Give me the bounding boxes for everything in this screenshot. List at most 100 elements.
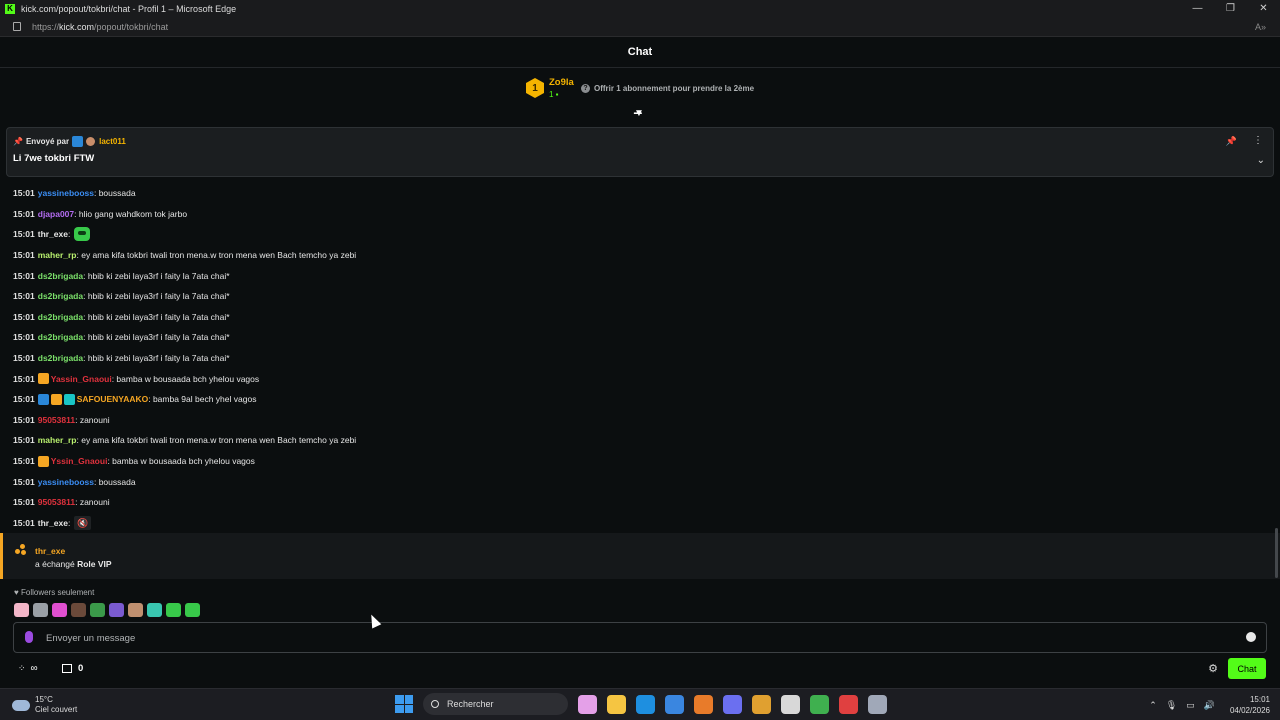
message-text: : hbib ki zebi laya3rf i faity la 7ata c…	[83, 270, 230, 281]
badge-icon	[37, 393, 49, 405]
chat-message: 15:01 Yassin_Gnaoui: bamba w bousaada bch…	[13, 368, 1263, 389]
message-username[interactable]: maher_rp	[38, 435, 77, 445]
channel-points[interactable]: ⁘ ∞	[18, 663, 38, 674]
weather-widget[interactable]: 15°C Ciel couvert	[12, 695, 77, 715]
emote-icon[interactable]	[71, 603, 86, 617]
emote-icon[interactable]	[109, 603, 124, 617]
chevron-up-icon[interactable]: ⌃	[1149, 700, 1157, 711]
message-username[interactable]: SAFOUENYAAKO	[77, 394, 148, 404]
message-username[interactable]: ds2brigada	[38, 291, 83, 301]
taskbar-app-icon[interactable]	[839, 694, 858, 714]
taskbar-search[interactable]: Rechercher	[423, 693, 568, 715]
url-text[interactable]: https://kick.com/popout/tokbri/chat	[32, 22, 168, 32]
chat-message: 15:01 djapa007: hlio gang wahdkom tok jar…	[13, 204, 1263, 225]
volume-icon[interactable]: 🔊	[1204, 700, 1215, 711]
gift-leaderboard: 1 Zo9la 1 ▪ ? Offrir 1 abonnement pour p…	[0, 68, 1280, 125]
mute-emote-icon[interactable]: 🔇	[74, 515, 92, 530]
message-timestamp: 15:01	[13, 208, 35, 219]
emote-icon[interactable]	[14, 603, 29, 617]
minimize-icon[interactable]: —	[1181, 0, 1214, 17]
message-timestamp: 15:01	[13, 435, 35, 446]
emote-icon[interactable]	[128, 603, 143, 617]
chevron-down-icon[interactable]: ⌄	[1257, 155, 1265, 166]
restore-icon[interactable]: ❐	[1214, 0, 1247, 17]
emote-icon[interactable]	[166, 603, 181, 617]
more-options-icon[interactable]: ⋮	[1253, 135, 1263, 146]
message-username[interactable]: thr_exe	[38, 518, 68, 528]
emote-icon[interactable]	[147, 603, 162, 617]
badge-icon	[72, 136, 84, 147]
channel-points-icon	[15, 544, 26, 555]
taskbar-app-icon[interactable]	[636, 694, 655, 714]
microphone-icon[interactable]: 🎙	[1166, 700, 1177, 711]
emote-icon[interactable]	[90, 603, 105, 617]
close-icon[interactable]: ✕	[1247, 0, 1280, 17]
gear-icon[interactable]: ⚙	[1208, 662, 1218, 675]
message-text: : zanouni	[75, 497, 110, 508]
message-username[interactable]: ds2brigada	[38, 271, 83, 281]
message-timestamp: 15:01	[13, 291, 35, 302]
message-username[interactable]: yassinebooss	[38, 477, 94, 487]
read-aloud-icon[interactable]: A»	[1255, 22, 1266, 32]
message-username[interactable]: 95053811	[38, 497, 75, 507]
unpin-icon[interactable]: 📌	[1226, 136, 1237, 147]
cloud-icon	[12, 699, 30, 711]
store-button[interactable]: 0	[62, 663, 83, 674]
emote-icon[interactable]	[52, 603, 67, 617]
windows-start-icon[interactable]	[395, 695, 413, 713]
taskbar-clock[interactable]: 15:01 04/02/2026	[1230, 694, 1270, 716]
message-username[interactable]: Yssin_Gnaoui	[51, 456, 108, 466]
chat-message: 15:01 95053811: zanouni	[13, 410, 1263, 431]
taskbar-app-icon[interactable]	[781, 694, 800, 714]
store-icon	[62, 664, 72, 673]
pinned-message-text: Li 7we tokbri FTW	[13, 153, 95, 164]
help-icon: ?	[581, 84, 590, 93]
message-text: : hbib ki zebi laya3rf i faity la 7ata c…	[83, 353, 230, 364]
address-bar[interactable]: https://kick.com/popout/tokbri/chat A»	[0, 17, 1280, 37]
chat-bottom-bar: ⁘ ∞ 0 ⚙ Chat	[0, 656, 1280, 682]
taskbar-app-icon[interactable]	[868, 694, 887, 714]
message-text: : boussada	[93, 476, 136, 487]
green-face-emote-icon[interactable]	[74, 227, 91, 242]
taskbar-app-icon[interactable]	[665, 694, 684, 714]
taskbar-app-icon[interactable]	[752, 694, 771, 714]
taskbar-app-icon[interactable]	[578, 694, 597, 714]
message-text: : boussada	[93, 188, 136, 199]
send-chat-button[interactable]: Chat	[1228, 658, 1266, 679]
message-input[interactable]	[46, 629, 1196, 647]
taskbar-app-icon[interactable]	[810, 694, 829, 714]
badge-icon	[63, 393, 75, 405]
message-username[interactable]: yassinebooss	[38, 188, 94, 198]
message-username[interactable]: 95053811	[38, 415, 75, 425]
message-text: : ey ama kifa tokbri twali tron mena.w t…	[76, 250, 357, 261]
reward-redemption: thr_exe a échangé Role VIP	[0, 533, 1280, 579]
network-icon[interactable]: ▭	[1186, 700, 1195, 711]
message-username[interactable]: thr_exe	[38, 229, 68, 239]
taskbar-app-icon[interactable]	[723, 694, 742, 714]
taskbar-app-icon[interactable]	[607, 694, 626, 714]
gifter-count: 1 ▪	[549, 90, 559, 99]
gift-offer[interactable]: ? Offrir 1 abonnement pour prendre la 2è…	[581, 84, 754, 93]
message-timestamp: 15:01	[13, 373, 35, 384]
lock-icon[interactable]	[13, 22, 21, 31]
message-username[interactable]: ds2brigada	[38, 332, 83, 342]
message-username[interactable]: ds2brigada	[38, 353, 83, 363]
emote-icon[interactable]	[185, 603, 200, 617]
reward-username[interactable]: thr_exe	[35, 546, 65, 556]
microphone-icon[interactable]	[25, 631, 33, 643]
avatar	[86, 137, 96, 146]
message-timestamp: 15:01	[13, 394, 35, 405]
message-username[interactable]: djapa007	[38, 209, 74, 219]
channel-points-icon: ⁘	[18, 663, 26, 673]
message-text: :	[68, 517, 71, 528]
emote-icon[interactable]	[33, 603, 48, 617]
emoji-picker-icon[interactable]	[1246, 632, 1256, 642]
taskbar-app-icon[interactable]	[694, 694, 713, 714]
top-gifter[interactable]: 1 Zo9la 1 ▪	[526, 77, 574, 99]
message-username[interactable]: maher_rp	[38, 250, 77, 260]
pinned-username[interactable]: lact011	[99, 137, 126, 146]
collapse-arrow-icon[interactable]: ▼ ▔	[634, 109, 644, 125]
message-username[interactable]: Yassin_Gnaoui	[51, 374, 112, 384]
message-username[interactable]: ds2brigada	[38, 312, 83, 322]
chat-scrollbar[interactable]	[1275, 528, 1278, 578]
